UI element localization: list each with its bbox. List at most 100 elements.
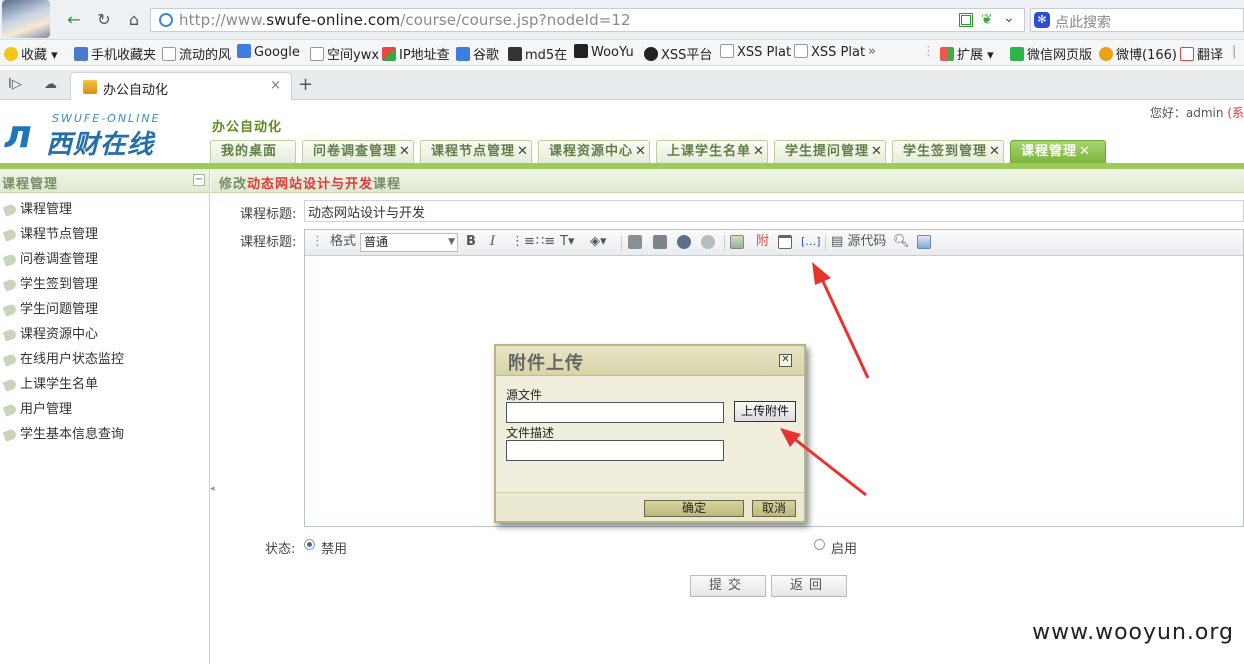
bookmark-item[interactable]: md5在: [508, 44, 567, 63]
close-icon[interactable]: ✕: [779, 354, 792, 367]
bookmark-item[interactable]: 收藏 ▾: [4, 44, 58, 63]
tab-checkin[interactable]: 学生签到管理 ✕: [892, 140, 1004, 164]
bookmark-item[interactable]: 流动的风: [162, 44, 231, 63]
back-arrow-icon[interactable]: ←: [62, 9, 86, 31]
cloud-icon[interactable]: ☁: [44, 77, 57, 92]
collapse-icon[interactable]: −: [193, 174, 205, 186]
font-color-icon[interactable]: T▾: [560, 233, 574, 251]
bookmark-item[interactable]: IP地址查: [382, 44, 450, 63]
user-greeting: 您好：admin (系: [1149, 106, 1244, 120]
browser-tab[interactable]: 办公自动化 ×: [70, 72, 292, 100]
sidebar-item-users[interactable]: 用户管理: [0, 399, 209, 424]
back-button[interactable]: 返回: [771, 575, 847, 597]
cancel-button[interactable]: 取消: [752, 500, 796, 517]
status-disabled-radio[interactable]: [304, 539, 315, 550]
bookmark-item[interactable]: WooYu: [574, 44, 634, 60]
source-file-input[interactable]: [506, 402, 724, 423]
close-icon[interactable]: ✕: [517, 144, 529, 159]
sidebar-item-checkin[interactable]: 学生签到管理: [0, 274, 209, 299]
tag-icon: [2, 428, 18, 442]
close-icon[interactable]: ✕: [635, 144, 647, 159]
code-icon[interactable]: […]: [801, 233, 821, 251]
unlink-icon[interactable]: [701, 235, 715, 249]
unordered-list-icon[interactable]: ∷≡: [536, 233, 555, 251]
more-chevron-icon[interactable]: »: [868, 44, 876, 59]
phone-icon: [74, 47, 88, 61]
favicon-icon: [83, 80, 97, 94]
bg-color-icon[interactable]: ◈▾: [590, 233, 607, 251]
source-code-button[interactable]: ▤ 源代码: [831, 233, 886, 251]
table-icon[interactable]: [778, 235, 792, 249]
file-desc-input[interactable]: [506, 440, 724, 461]
paste-text-icon[interactable]: [653, 235, 667, 249]
user-avatar[interactable]: [2, 0, 50, 38]
refresh-icon[interactable]: ↻: [92, 9, 116, 31]
image-icon[interactable]: [730, 235, 744, 249]
italic-icon[interactable]: I: [490, 233, 495, 251]
sidebar-item-resources[interactable]: 课程资源中心: [0, 324, 209, 349]
ok-button[interactable]: 确定: [644, 500, 744, 517]
chevron-down-icon[interactable]: ⌄: [1003, 10, 1015, 26]
bookmark-bar: 收藏 ▾ 手机收藏夹 流动的风 Google 空间ywx IP地址查 谷歌 md…: [0, 40, 1244, 66]
tab-course-management[interactable]: 课程管理 ✕: [1010, 140, 1106, 164]
url-input[interactable]: http://www.swufe-online.com/course/cours…: [150, 8, 1025, 32]
status-label: 状态:: [265, 542, 296, 557]
paste-icon[interactable]: [628, 235, 642, 249]
ordered-list-icon[interactable]: ⋮≡: [511, 233, 535, 251]
sidebar-item-survey[interactable]: 问卷调查管理: [0, 249, 209, 274]
close-icon[interactable]: ✕: [1079, 144, 1091, 159]
tab-survey[interactable]: 问卷调查管理 ✕: [302, 140, 414, 164]
chevron-down-icon: ▼: [448, 237, 455, 247]
bookmark-item[interactable]: XSS Plat: [794, 44, 865, 60]
tag-icon: [2, 228, 18, 242]
close-icon[interactable]: ✕: [399, 144, 411, 159]
qrcode-icon[interactable]: [959, 13, 973, 27]
home-icon[interactable]: ⌂: [122, 9, 146, 31]
attachment-button[interactable]: 附: [756, 233, 769, 251]
preview-icon[interactable]: 🔍︎: [893, 233, 910, 251]
format-label: 格式: [330, 234, 357, 249]
search-input[interactable]: ✻ 点此搜索: [1030, 8, 1244, 32]
bookmark-item[interactable]: 翻译: [1180, 44, 1223, 63]
bookmark-item[interactable]: 微信网页版: [1010, 44, 1092, 63]
sidebar-item-questions[interactable]: 学生问题管理: [0, 299, 209, 324]
sidebar-item-online-monitor[interactable]: 在线用户状态监控: [0, 349, 209, 374]
close-icon[interactable]: ✕: [753, 144, 765, 159]
new-tab-button[interactable]: +: [298, 74, 313, 95]
bookmark-item[interactable]: Google: [237, 44, 300, 60]
course-title-input[interactable]: 动态网站设计与开发: [304, 200, 1244, 222]
format-select[interactable]: 普通 ▼: [360, 233, 458, 252]
close-icon[interactable]: ✕: [989, 144, 1001, 159]
link-globe-icon[interactable]: [677, 235, 691, 249]
site-logo[interactable]: л SWUFE-ONLINE 西财在线: [0, 100, 210, 164]
attachment-upload-dialog: 附件上传 ✕ 源文件 上传附件 文件描述 确定 取消: [494, 344, 806, 523]
sidebar-item-course-management[interactable]: 课程管理: [0, 199, 209, 224]
submit-button[interactable]: 提交: [690, 575, 766, 597]
bookmark-item[interactable]: 手机收藏夹: [74, 44, 156, 63]
dialog-header[interactable]: 附件上传 ✕: [496, 346, 804, 376]
fullscreen-icon[interactable]: [917, 235, 931, 249]
leaf-icon[interactable]: ❦: [981, 12, 993, 28]
sidebar-item-course-nodes[interactable]: 课程节点管理: [0, 224, 209, 249]
sidebar-resize-handle[interactable]: ◂: [210, 484, 216, 502]
upload-attachment-button[interactable]: 上传附件: [734, 401, 796, 422]
bookmark-item[interactable]: 谷歌: [456, 44, 499, 63]
tab-my-desktop[interactable]: 我的桌面: [210, 140, 296, 164]
page-icon: [162, 47, 176, 61]
close-icon[interactable]: ×: [270, 78, 281, 93]
bold-icon[interactable]: B: [466, 233, 476, 251]
bookmark-item[interactable]: 微博(166): [1099, 44, 1177, 63]
tab-questions[interactable]: 学生提问管理 ✕: [774, 140, 886, 164]
tab-resources[interactable]: 课程资源中心 ✕: [538, 140, 650, 164]
close-icon[interactable]: ✕: [871, 144, 883, 159]
tab-course-nodes[interactable]: 课程节点管理 ✕: [420, 140, 532, 164]
bookmark-item[interactable]: XSS Plat: [720, 44, 791, 60]
status-enabled-radio[interactable]: [814, 539, 825, 550]
bookmark-item[interactable]: 扩展 ▾: [940, 44, 994, 63]
sidebar-item-student-list[interactable]: 上课学生名单: [0, 374, 209, 399]
sidebar-item-student-info[interactable]: 学生基本信息查询: [0, 424, 209, 449]
sidebar-toggle-icon[interactable]: I▷: [8, 77, 22, 92]
tab-student-list[interactable]: 上课学生名单 ✕: [656, 140, 768, 164]
bookmark-item[interactable]: XSS平台: [644, 44, 712, 63]
bookmark-item[interactable]: 空间ywx: [310, 44, 379, 63]
